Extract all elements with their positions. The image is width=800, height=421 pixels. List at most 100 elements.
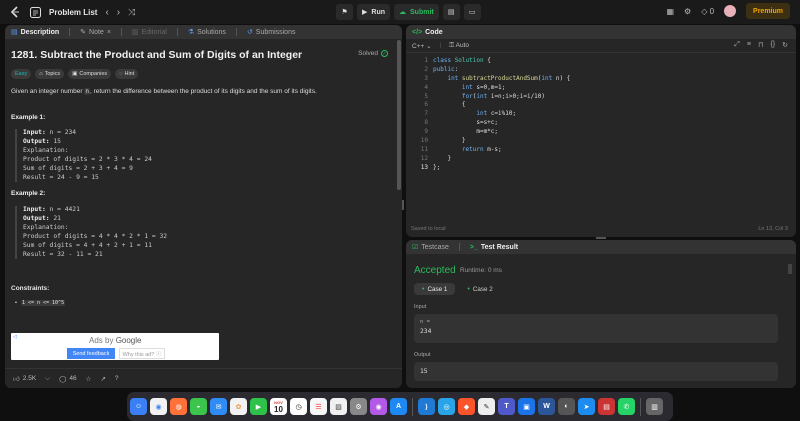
verdict: Accepted	[414, 265, 456, 276]
teams-icon[interactable]: T	[498, 398, 515, 415]
hint-chip[interactable]: ◌ Hint	[115, 69, 139, 79]
topics-chip[interactable]: ⌂ Topics	[35, 69, 65, 79]
streak-fire-icon[interactable]: ◇ 0	[701, 7, 714, 16]
photos-icon[interactable]: ✿	[230, 398, 247, 415]
debug-button[interactable]: ⚑	[336, 4, 353, 20]
clock-icon[interactable]: ◷	[290, 398, 307, 415]
premium-button[interactable]: Premium	[746, 3, 790, 19]
tab-test-result[interactable]: >_ Test Result	[470, 244, 518, 251]
whatsapp-icon[interactable]: ✆	[618, 398, 635, 415]
preview-icon[interactable]: ◐	[558, 398, 575, 415]
zoom-icon[interactable]: ▣	[518, 398, 535, 415]
explanation-line: Sum of digits = 4 + 4 + 2 + 1 = 11	[23, 241, 152, 249]
tab-note[interactable]: ✎ Note ×	[80, 28, 111, 37]
why-this-ad-button[interactable]: Why this ad? ⓘ	[119, 348, 165, 359]
tab-separator	[176, 28, 178, 36]
shuffle-icon[interactable]: ⤨	[128, 7, 135, 18]
dislike-button[interactable]: ⌵	[45, 375, 50, 383]
leetcode-logo-icon[interactable]	[8, 5, 22, 19]
send-feedback-button[interactable]: Send feedback	[67, 348, 115, 359]
messages-icon[interactable]: ◒	[190, 398, 207, 415]
checkbox-icon: ☑	[412, 244, 419, 251]
freeform-icon[interactable]: ▨	[330, 398, 347, 415]
code-token: return	[461, 145, 488, 153]
like-button[interactable]: 👍︎ 2.5K	[13, 375, 36, 383]
code-line: }	[433, 155, 570, 164]
feedback-button[interactable]: ▭	[463, 4, 481, 20]
bookmark-icon[interactable]: ⊓	[758, 41, 763, 49]
tab-description[interactable]: ▤ Description	[11, 28, 59, 37]
code-lines: class Solution {public: int subtractProd…	[433, 57, 570, 173]
horizontal-splitter-handle[interactable]	[596, 237, 606, 239]
word-icon[interactable]: W	[538, 398, 555, 415]
description-scrollbar[interactable]	[397, 40, 401, 190]
reset-icon[interactable]: ↻	[782, 41, 788, 49]
layout-grid-icon[interactable]: ▦	[666, 7, 674, 16]
case-tabs: • Case 1 • Case 2	[414, 283, 501, 295]
tab-editorial[interactable]: ▥ Editorial	[132, 28, 167, 37]
help-button[interactable]: ?	[115, 375, 119, 382]
notes-button[interactable]: ▤	[442, 4, 460, 20]
tab-separator	[120, 28, 122, 36]
play-icon: ▶	[362, 9, 368, 16]
comments-button[interactable]: ◯ 46	[59, 375, 77, 383]
safari-icon[interactable]: ◎	[438, 398, 455, 415]
close-tab-icon[interactable]: ×	[107, 29, 111, 36]
firefox-icon[interactable]: ◍	[170, 398, 187, 415]
format-icon[interactable]: ≡	[747, 41, 751, 49]
tab-submissions[interactable]: ↺ Submissions	[247, 28, 296, 37]
google-ad: ◁ Ads by Google Send feedback Why this a…	[11, 333, 219, 360]
telegram-icon[interactable]: ➤	[578, 398, 595, 415]
output-value: 15	[49, 137, 61, 145]
line-number: 10	[420, 137, 428, 145]
ad-close-icon[interactable]: ◁	[13, 334, 17, 340]
lock-icon: ▣	[72, 71, 78, 77]
brackets-icon[interactable]: {}	[770, 41, 775, 49]
vertical-splitter-handle[interactable]	[402, 200, 404, 210]
terminal-icon[interactable]: ▤	[598, 398, 615, 415]
reminders-icon[interactable]: ☰	[310, 398, 327, 415]
podcasts-icon[interactable]: ◉	[370, 398, 387, 415]
submit-button[interactable]: ☁ Submit	[394, 4, 439, 20]
favorite-button[interactable]: ☆	[86, 375, 92, 383]
code-token: int	[476, 110, 491, 118]
finder-icon[interactable]: ☺	[130, 398, 147, 415]
tab-code[interactable]: </> Code	[412, 29, 443, 36]
code-token: Solution	[454, 57, 488, 64]
auto-mode[interactable]: ⚿ Auto	[449, 42, 469, 50]
calendar-icon[interactable]: NOV 10	[270, 398, 287, 415]
app-store-icon[interactable]: A	[390, 398, 407, 415]
note-icon: ✎	[80, 29, 87, 36]
run-button[interactable]: ▶ Run	[357, 4, 390, 20]
trash-icon[interactable]: ▥	[646, 398, 663, 415]
prev-problem-icon[interactable]: ‹	[105, 7, 108, 18]
description-panel: ▤ Description ✎ Note × ▥ Editorial ⚗ Solution…	[5, 25, 402, 388]
share-button[interactable]: ↗	[100, 375, 105, 383]
code-line: int s=0,m=1;	[433, 84, 570, 93]
textedit-icon[interactable]: ✎	[478, 398, 495, 415]
brave-icon[interactable]: ◆	[458, 398, 475, 415]
user-avatar[interactable]	[724, 5, 737, 17]
language-select[interactable]: C++ ⌄	[412, 42, 432, 50]
problem-list-label[interactable]: Problem List	[49, 8, 97, 17]
facetime-icon[interactable]: ▶	[250, 398, 267, 415]
settings-icon[interactable]: ⚙	[350, 398, 367, 415]
tab-solutions[interactable]: ⚗ Solutions	[188, 28, 226, 37]
tab-editorial-label: Editorial	[141, 28, 167, 36]
expand-icon[interactable]: ⤢	[734, 41, 740, 49]
next-problem-icon[interactable]: ›	[117, 7, 120, 18]
problem-list-icon[interactable]	[30, 6, 41, 18]
mail-icon[interactable]: ✉	[210, 398, 227, 415]
settings-gear-icon[interactable]: ⚙	[684, 7, 691, 16]
tab-testcase[interactable]: ☑ Testcase	[412, 243, 449, 252]
line-number: 9	[424, 128, 428, 136]
case-2-tab[interactable]: • Case 2	[459, 283, 500, 295]
companies-chip[interactable]: ▣ Companies	[68, 69, 112, 79]
line-number: 2	[424, 65, 428, 73]
side-collapse-handle[interactable]	[788, 264, 792, 274]
vscode-icon[interactable]: ⟩	[418, 398, 435, 415]
case-1-tab[interactable]: • Case 1	[414, 283, 456, 295]
code-editor[interactable]: 1 2 3 4 5 6 7 8 9 10 11 12 13 class Solu…	[406, 57, 796, 219]
chrome-icon[interactable]: ◉	[150, 398, 167, 415]
